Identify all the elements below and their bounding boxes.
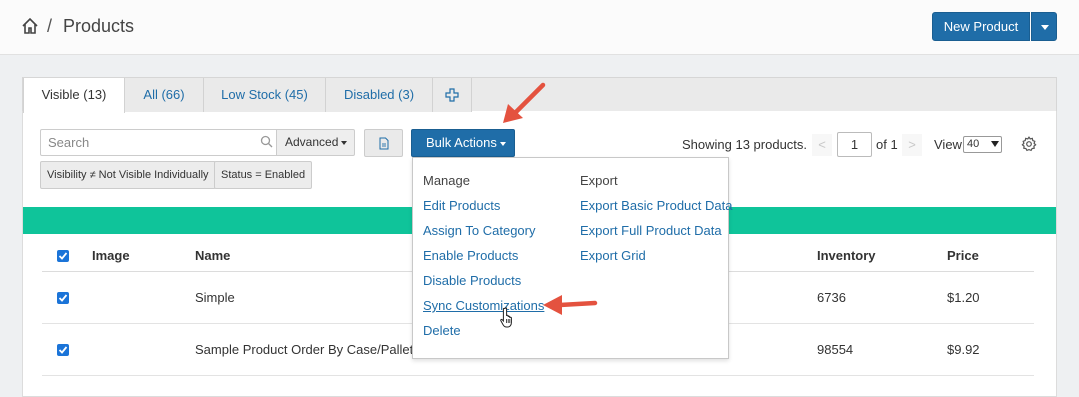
- view-label: View: [934, 137, 962, 152]
- chevron-down-icon: [1041, 25, 1049, 30]
- hand-cursor-icon: [500, 307, 512, 328]
- page-title: Products: [63, 16, 135, 36]
- home-icon[interactable]: [21, 17, 39, 35]
- menu-item-sync-customizations[interactable]: Sync Customizations: [423, 298, 544, 313]
- filter-chip-visibility[interactable]: Visibility ≠ Not Visible Individually: [40, 161, 216, 189]
- result-count: Showing 13 products.: [682, 137, 808, 152]
- search-icon[interactable]: [260, 135, 273, 148]
- column-header-name[interactable]: Name: [195, 248, 230, 263]
- page-number-input[interactable]: [837, 132, 872, 157]
- tab-all[interactable]: All (66): [125, 78, 204, 112]
- row-checkbox[interactable]: [57, 292, 69, 304]
- next-page-button[interactable]: >: [902, 134, 922, 156]
- menu-heading-export: Export: [580, 173, 618, 188]
- tab-disabled[interactable]: Disabled (3): [326, 78, 433, 112]
- page-header: / Products New Product: [0, 0, 1079, 55]
- search-box: [40, 129, 277, 156]
- price-cell: $9.92: [947, 342, 980, 357]
- menu-item-export-grid[interactable]: Export Grid: [580, 248, 646, 263]
- inventory-cell: 6736: [817, 290, 846, 305]
- plus-icon: [445, 88, 459, 102]
- menu-item-edit-products[interactable]: Edit Products: [423, 198, 500, 213]
- page-total: of 1: [876, 137, 898, 152]
- prev-page-button[interactable]: <: [812, 134, 832, 156]
- filter-chip-status[interactable]: Status = Enabled: [214, 161, 313, 189]
- menu-item-delete[interactable]: Delete: [423, 323, 461, 338]
- chevron-down-icon: [500, 142, 506, 146]
- bulk-actions-button[interactable]: Bulk Actions: [411, 129, 515, 157]
- new-product-menu-toggle[interactable]: [1031, 12, 1057, 41]
- column-header-inventory[interactable]: Inventory: [817, 248, 876, 263]
- annotation-arrow-icon: [543, 295, 598, 315]
- chevron-down-icon: [341, 141, 347, 145]
- gear-icon[interactable]: [1021, 136, 1037, 152]
- page-size-value: 40: [967, 138, 980, 150]
- divider: [42, 375, 1034, 376]
- menu-item-enable-products[interactable]: Enable Products: [423, 248, 518, 263]
- export-file-button[interactable]: [364, 129, 403, 157]
- document-icon: [379, 137, 389, 150]
- column-header-image[interactable]: Image: [92, 248, 130, 263]
- menu-heading-manage: Manage: [423, 173, 470, 188]
- inventory-cell: 98554: [817, 342, 854, 357]
- menu-item-disable-products[interactable]: Disable Products: [423, 273, 521, 288]
- column-header-price[interactable]: Price: [947, 248, 979, 263]
- advanced-label: Advanced: [285, 135, 339, 149]
- row-checkbox[interactable]: [57, 344, 69, 356]
- product-name-link[interactable]: Simple: [195, 290, 235, 305]
- bulk-actions-label: Bulk Actions: [426, 135, 497, 150]
- search-input[interactable]: [41, 130, 256, 155]
- product-name-link[interactable]: Sample Product Order By Case/Pallet: [195, 342, 413, 357]
- page-size-select[interactable]: 40: [963, 136, 1002, 153]
- tab-add[interactable]: [433, 78, 472, 112]
- tab-visible[interactable]: Visible (13): [23, 78, 125, 113]
- menu-item-assign-category[interactable]: Assign To Category: [423, 223, 536, 238]
- menu-item-export-basic[interactable]: Export Basic Product Data: [580, 198, 732, 213]
- tab-low-stock[interactable]: Low Stock (45): [204, 78, 326, 112]
- advanced-search-button[interactable]: Advanced: [276, 129, 355, 156]
- price-cell: $1.20: [947, 290, 980, 305]
- bulk-actions-menu: Manage Export Edit Products Assign To Ca…: [412, 157, 732, 359]
- new-product-button[interactable]: New Product: [932, 12, 1030, 41]
- chevron-down-icon: [991, 141, 999, 147]
- select-all-checkbox[interactable]: [57, 250, 69, 262]
- annotation-arrow-icon: [503, 82, 546, 123]
- breadcrumb-separator: /: [47, 16, 53, 36]
- menu-item-export-full[interactable]: Export Full Product Data: [580, 223, 722, 238]
